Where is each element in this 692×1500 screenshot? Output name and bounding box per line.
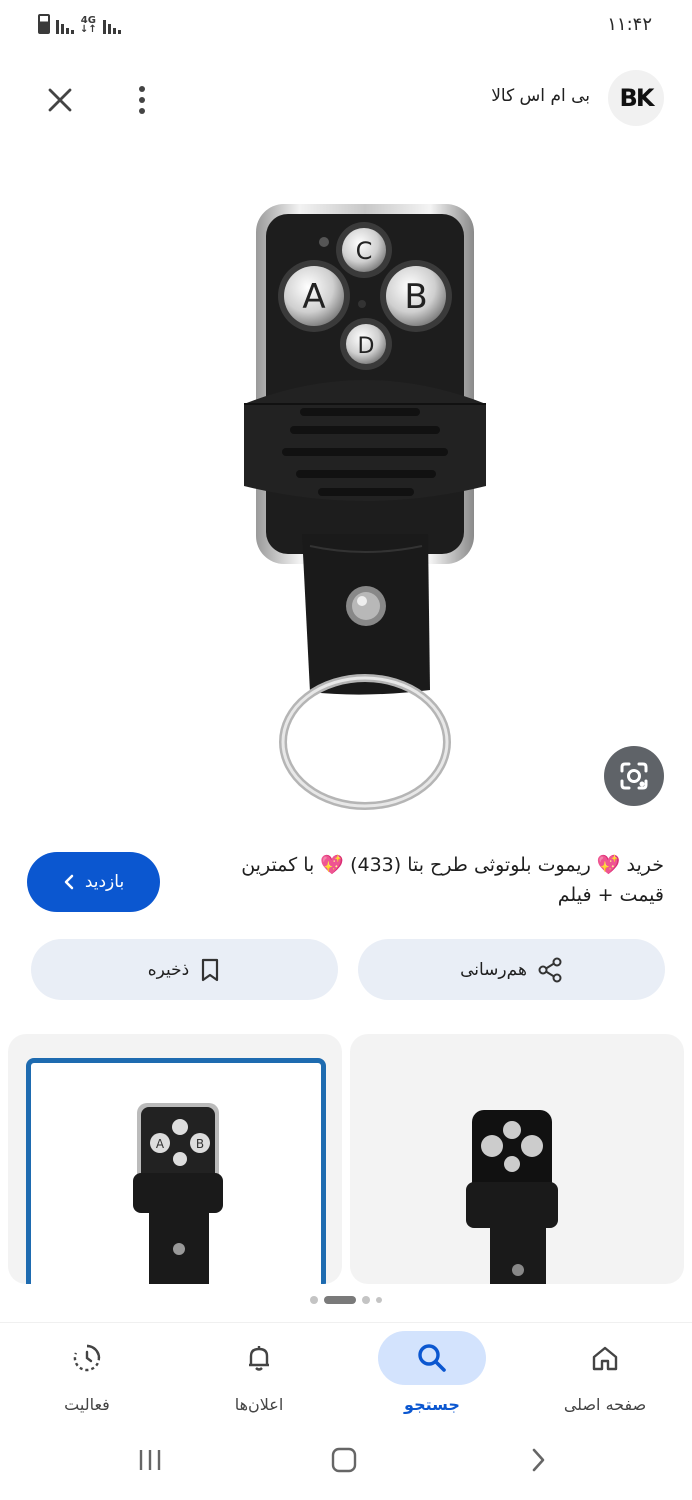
site-logo[interactable]: BK [608, 70, 664, 126]
site-name[interactable]: بی ام اس کالا [491, 86, 590, 106]
header: بی ام اس کالا BK [0, 62, 692, 134]
product-title-line1: خرید 💖 ریموت بلوتوثی طرح بتا (433) 💖 با … [241, 854, 664, 876]
more-vert-icon [139, 86, 145, 92]
bell-icon [249, 1346, 269, 1371]
nav-notifications-label: اعلان‌ها [234, 1395, 284, 1414]
remote-keyfob-illustration: C A B D [244, 204, 486, 810]
pager-dot [376, 1297, 382, 1303]
share-button[interactable]: هم‌رسانی [358, 939, 665, 1000]
carousel-pager [0, 1296, 692, 1304]
product-title-line2: قیمت + فیلم [557, 884, 664, 906]
visit-button[interactable]: بازدید [27, 852, 160, 912]
more-options-button[interactable] [120, 78, 164, 122]
status-bar: 4G ↓↑ ۱۱:۴۲ [0, 0, 692, 52]
network-type: 4G ↓↑ [80, 15, 97, 35]
recent-apps-icon [139, 1450, 161, 1470]
share-icon [538, 957, 562, 982]
signal-icon-2 [102, 16, 121, 34]
chevron-right-icon [532, 1448, 545, 1472]
chevron-left-icon [64, 874, 74, 890]
related-image-card[interactable]: A B [8, 1034, 342, 1284]
home-system-button[interactable] [324, 1442, 364, 1478]
activity-icon [73, 1344, 101, 1372]
svg-text:A: A [302, 277, 325, 317]
product-image[interactable]: C A B D [230, 186, 500, 818]
nav-notifications[interactable]: اعلان‌ها [184, 1331, 334, 1423]
signal-icon [56, 16, 74, 34]
lens-search-button[interactable] [604, 746, 664, 806]
nav-search-label: جستجو [404, 1395, 460, 1414]
recent-apps-button[interactable] [130, 1442, 170, 1478]
svg-text:B: B [196, 1137, 204, 1151]
related-image-frame: A B [26, 1058, 326, 1284]
svg-text:A: A [156, 1137, 165, 1151]
status-icons: 4G ↓↑ [38, 14, 121, 35]
lens-icon [620, 762, 648, 790]
svg-text:B: B [404, 277, 427, 317]
svg-text:C: C [356, 237, 373, 265]
related-remote-image: A B [133, 1103, 223, 1284]
related-remote-image [466, 1110, 558, 1284]
site-logo-text: BK [619, 84, 655, 112]
close-icon [48, 88, 72, 112]
pager-dot [362, 1296, 370, 1304]
nav-activity[interactable]: فعالیت [12, 1331, 162, 1423]
search-icon [418, 1344, 446, 1372]
related-image-card[interactable] [350, 1034, 684, 1284]
pager-dot-active [324, 1296, 356, 1304]
pager-dot [310, 1296, 318, 1304]
home-square-icon [331, 1447, 357, 1473]
nav-search[interactable]: جستجو [357, 1331, 507, 1423]
status-time: ۱۱:۴۲ [607, 14, 652, 35]
product-title[interactable]: خرید 💖 ریموت بلوتوثی طرح بتا (433) 💖 با … [194, 850, 664, 910]
system-navigation-bar [0, 1430, 692, 1490]
back-system-button[interactable] [518, 1442, 558, 1478]
save-label: ذخیره [147, 959, 190, 980]
visit-label: بازدید [84, 872, 125, 892]
nav-home[interactable]: صفحه اصلی [530, 1331, 680, 1423]
nav-home-label: صفحه اصلی [563, 1395, 647, 1414]
share-label: هم‌رسانی [460, 959, 527, 980]
battery-icon [38, 14, 50, 34]
nav-activity-label: فعالیت [64, 1395, 110, 1414]
close-button[interactable] [38, 78, 82, 122]
home-icon [592, 1346, 618, 1371]
save-button[interactable]: ذخیره [31, 939, 338, 1000]
bookmark-icon [202, 958, 219, 981]
svg-text:D: D [358, 334, 375, 359]
bottom-navigation: صفحه اصلی جستجو اعلان‌ها ف [0, 1322, 692, 1428]
